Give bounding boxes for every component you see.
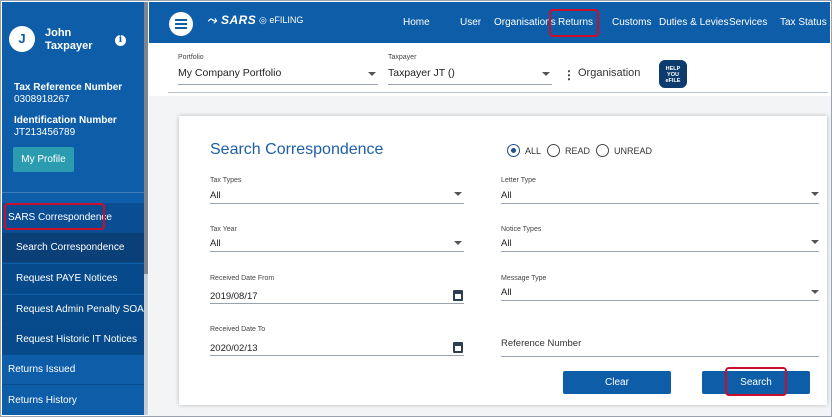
window-frame: [0, 0, 832, 417]
